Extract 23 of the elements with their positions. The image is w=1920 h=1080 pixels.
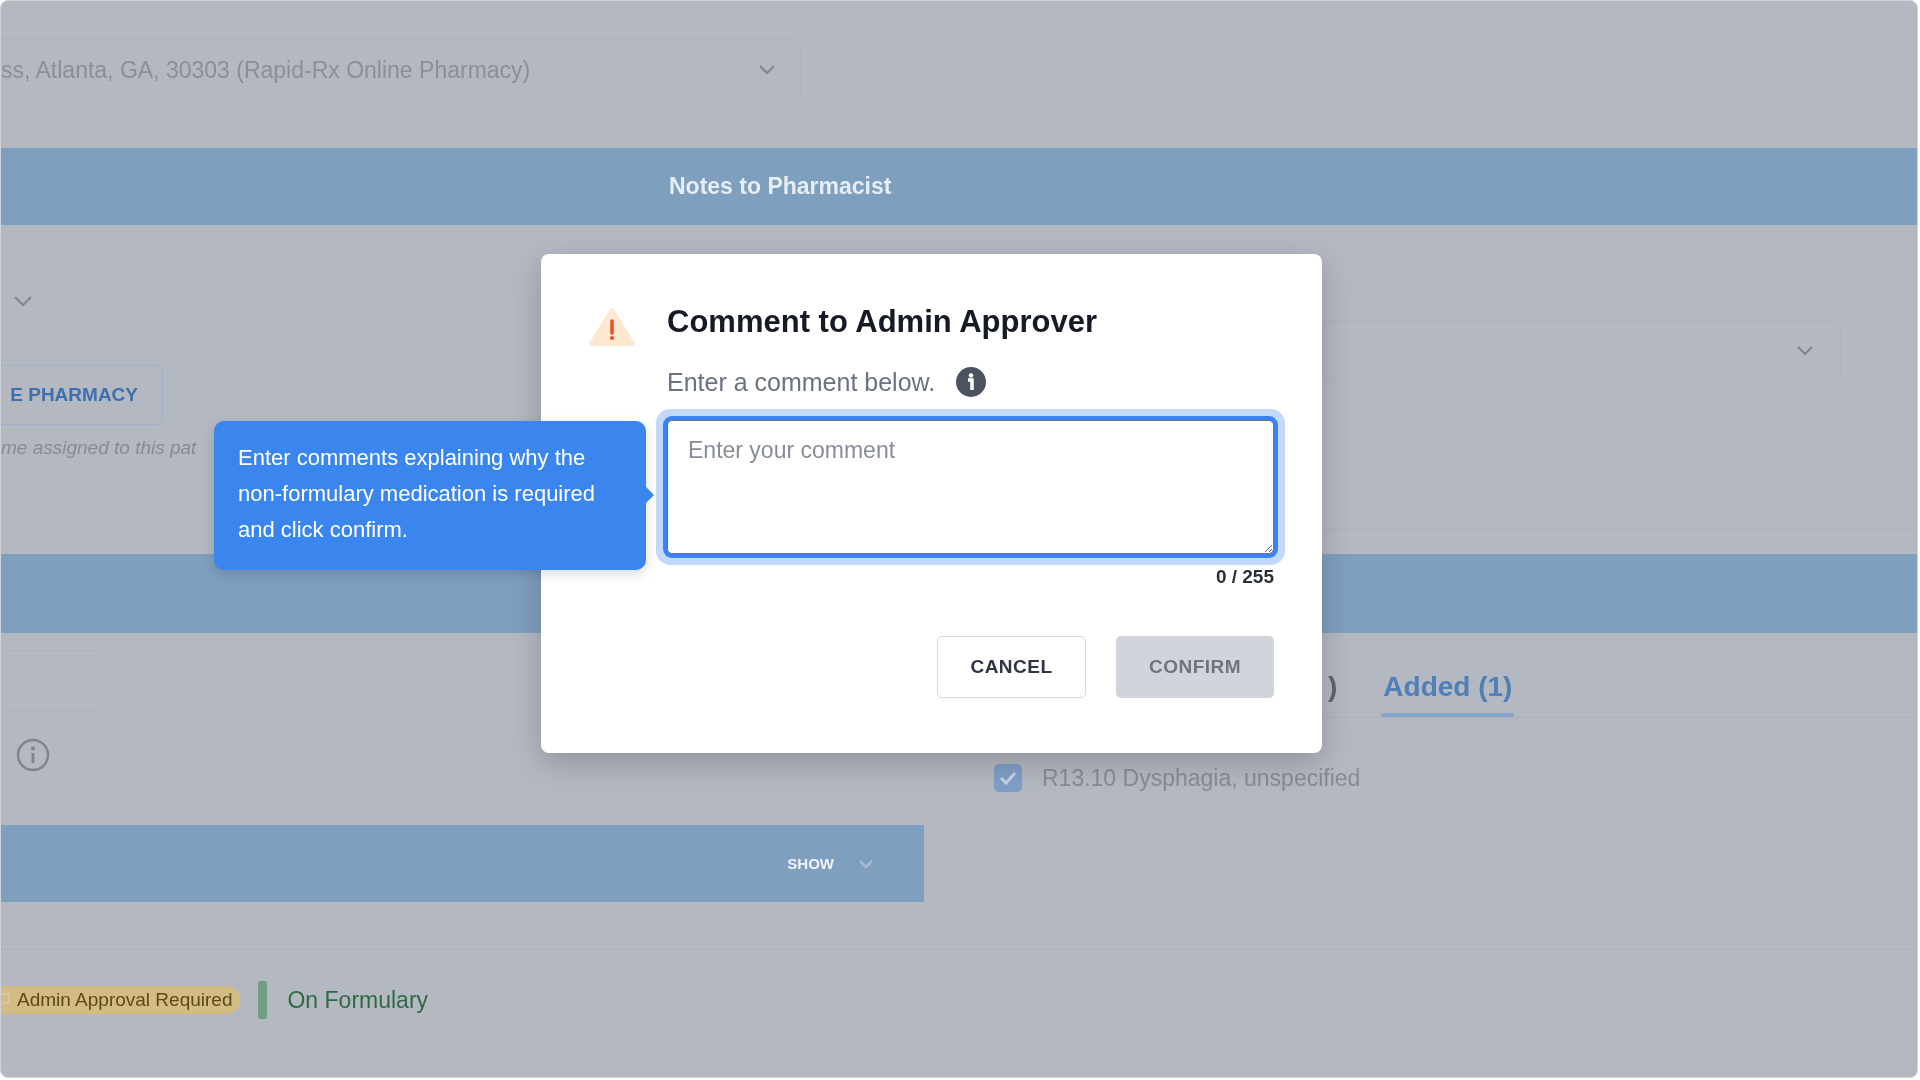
tab[interactable]: ) [1326,671,1340,717]
warning-icon [589,307,635,347]
chevron-down-icon [1796,345,1814,357]
comment-field[interactable]: Enter your comment [667,420,1274,554]
pharmacy-button[interactable]: E PHARMACY [1,365,163,425]
character-counter: 0 / 255 [1215,566,1274,588]
status-bar-mark [258,981,268,1019]
input-field[interactable] [1,650,99,711]
formulary-status: On Formulary [287,986,429,1014]
checkmark-icon [999,771,1017,785]
chevron-down-icon [858,858,874,869]
show-toggle[interactable]: SHOW [787,855,834,872]
chevron-down-icon[interactable] [13,295,33,307]
info-icon[interactable] [955,366,988,398]
checkbox[interactable] [994,764,1022,792]
select-field[interactable] [1323,321,1841,381]
dialog-title: Comment to Admin Approver [667,304,1097,340]
cancel-button[interactable]: CANCEL [937,636,1086,698]
prompt-text: Enter a comment below. [667,367,936,397]
chevron-down-icon [758,64,776,76]
tab[interactable]: Added (1) [1381,671,1515,717]
approval-badge: Admin Approval Required [1,986,241,1014]
notes-title: Notes to Pharmacist [669,173,892,200]
